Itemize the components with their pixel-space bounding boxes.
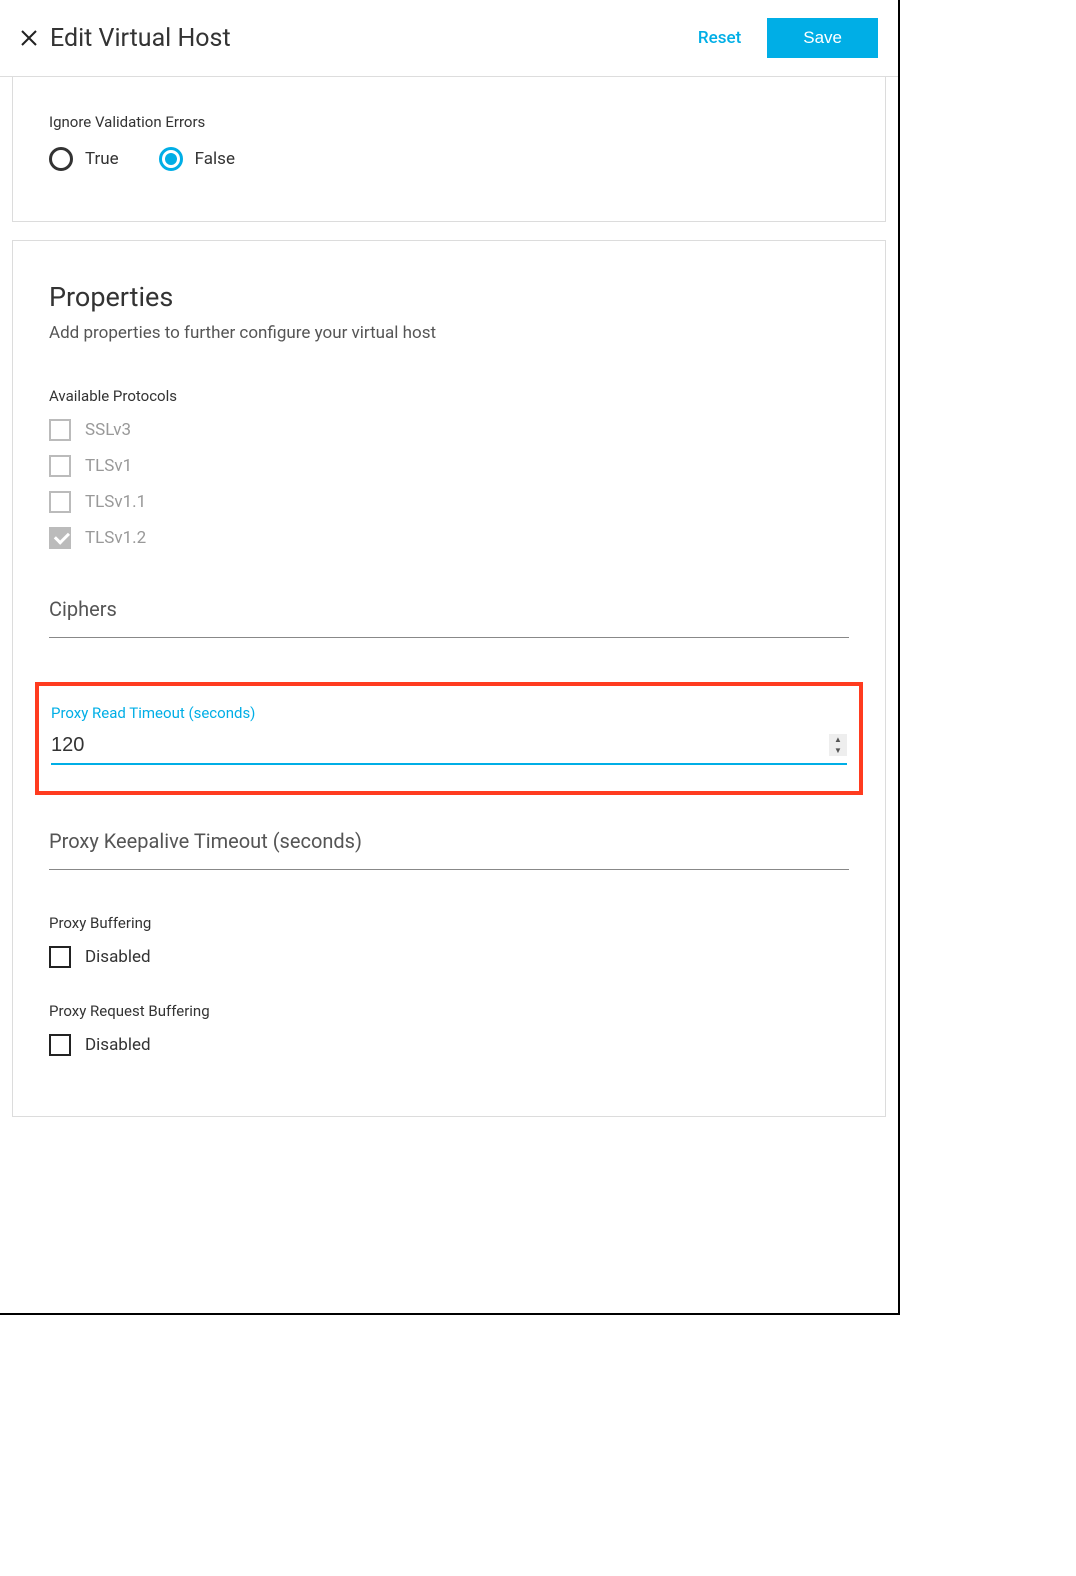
proxy-read-timeout-field: ▲ ▼ (51, 728, 847, 765)
checkbox-label: TLSv1.2 (85, 528, 146, 548)
properties-card: Properties Add properties to further con… (12, 240, 886, 1117)
available-protocols-label: Available Protocols (49, 387, 849, 405)
ciphers-input[interactable] (49, 637, 849, 638)
save-button[interactable]: Save (767, 18, 878, 58)
proxy-buffering-checkbox[interactable]: Disabled (49, 946, 849, 968)
checkbox-icon (49, 455, 71, 477)
proxy-request-buffering-label: Proxy Request Buffering (49, 1002, 849, 1020)
protocol-tlsv1[interactable]: TLSv1 (49, 455, 849, 477)
close-icon[interactable] (18, 27, 40, 49)
proxy-read-timeout-label: Proxy Read Timeout (seconds) (51, 704, 847, 722)
proxy-buffering-label: Proxy Buffering (49, 914, 849, 932)
checkbox-label: SSLv3 (85, 420, 131, 440)
proxy-read-timeout-highlight: Proxy Read Timeout (seconds) ▲ ▼ (35, 682, 863, 795)
dialog-content: Ignore Validation Errors True False Prop… (0, 77, 898, 1147)
radio-label: True (85, 149, 119, 169)
protocol-tlsv12[interactable]: TLSv1.2 (49, 527, 849, 549)
stepper-up-icon[interactable]: ▲ (829, 734, 847, 745)
properties-subtitle: Add properties to further configure your… (49, 323, 849, 343)
properties-title: Properties (49, 281, 849, 313)
reset-button[interactable]: Reset (698, 28, 741, 48)
protocol-sslv3[interactable]: SSLv3 (49, 419, 849, 441)
ciphers-label: Ciphers (49, 597, 849, 627)
radio-true[interactable]: True (49, 147, 119, 171)
checkbox-icon (49, 946, 71, 968)
checkbox-label: TLSv1.1 (85, 492, 146, 512)
checkbox-label: Disabled (85, 947, 151, 967)
radio-false[interactable]: False (159, 147, 235, 171)
checkbox-label: TLSv1 (85, 456, 132, 476)
proxy-read-timeout-input[interactable] (51, 728, 829, 763)
validation-card: Ignore Validation Errors True False (12, 77, 886, 222)
protocols-checklist: SSLv3 TLSv1 TLSv1.1 TLSv1.2 (49, 419, 849, 549)
dialog-header: Edit Virtual Host Reset Save (0, 0, 898, 77)
radio-icon (49, 147, 73, 171)
checkbox-icon (49, 491, 71, 513)
dialog-title: Edit Virtual Host (50, 24, 698, 53)
protocol-tlsv11[interactable]: TLSv1.1 (49, 491, 849, 513)
checkbox-icon (49, 527, 71, 549)
proxy-keepalive-field: Proxy Keepalive Timeout (seconds) (49, 829, 849, 878)
stepper-down-icon[interactable]: ▼ (829, 745, 847, 756)
checkbox-icon (49, 1034, 71, 1056)
radio-icon (159, 147, 183, 171)
checkbox-icon (49, 419, 71, 441)
ignore-validation-radio-group: True False (49, 147, 849, 171)
proxy-keepalive-input[interactable] (49, 869, 849, 870)
checkbox-label: Disabled (85, 1035, 151, 1055)
radio-label: False (195, 149, 235, 169)
proxy-keepalive-label: Proxy Keepalive Timeout (seconds) (49, 829, 849, 859)
number-stepper[interactable]: ▲ ▼ (829, 734, 847, 756)
proxy-request-buffering-checkbox[interactable]: Disabled (49, 1034, 849, 1056)
ignore-validation-label: Ignore Validation Errors (49, 113, 849, 131)
ciphers-field: Ciphers (49, 597, 849, 646)
